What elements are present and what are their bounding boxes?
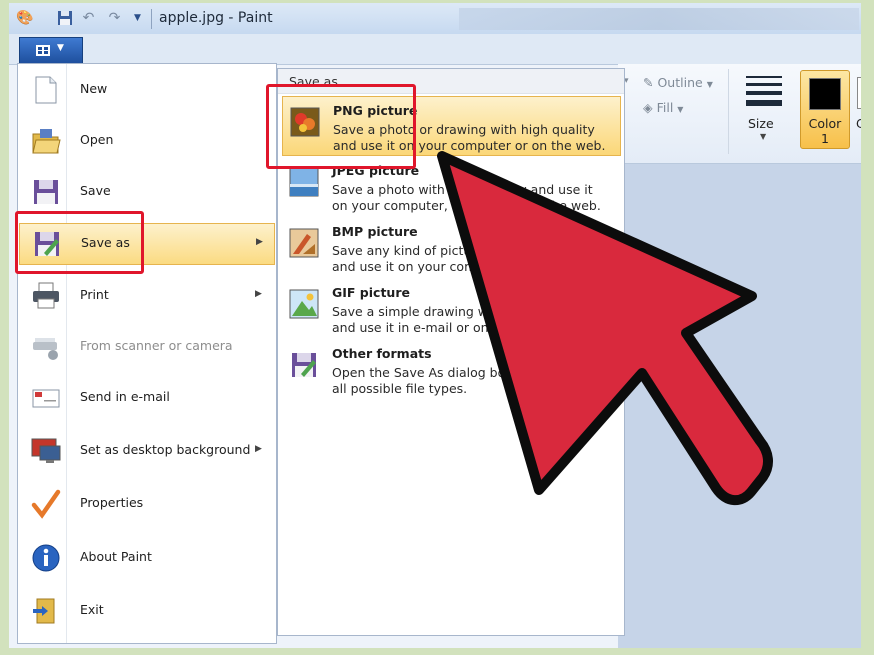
paint-window: 🎨 ↶ ↷ ▼ apple.jpg - Paint ▼ ▾ ✎ Outline … bbox=[9, 3, 861, 648]
pointer-arrow-annotation bbox=[437, 151, 773, 506]
